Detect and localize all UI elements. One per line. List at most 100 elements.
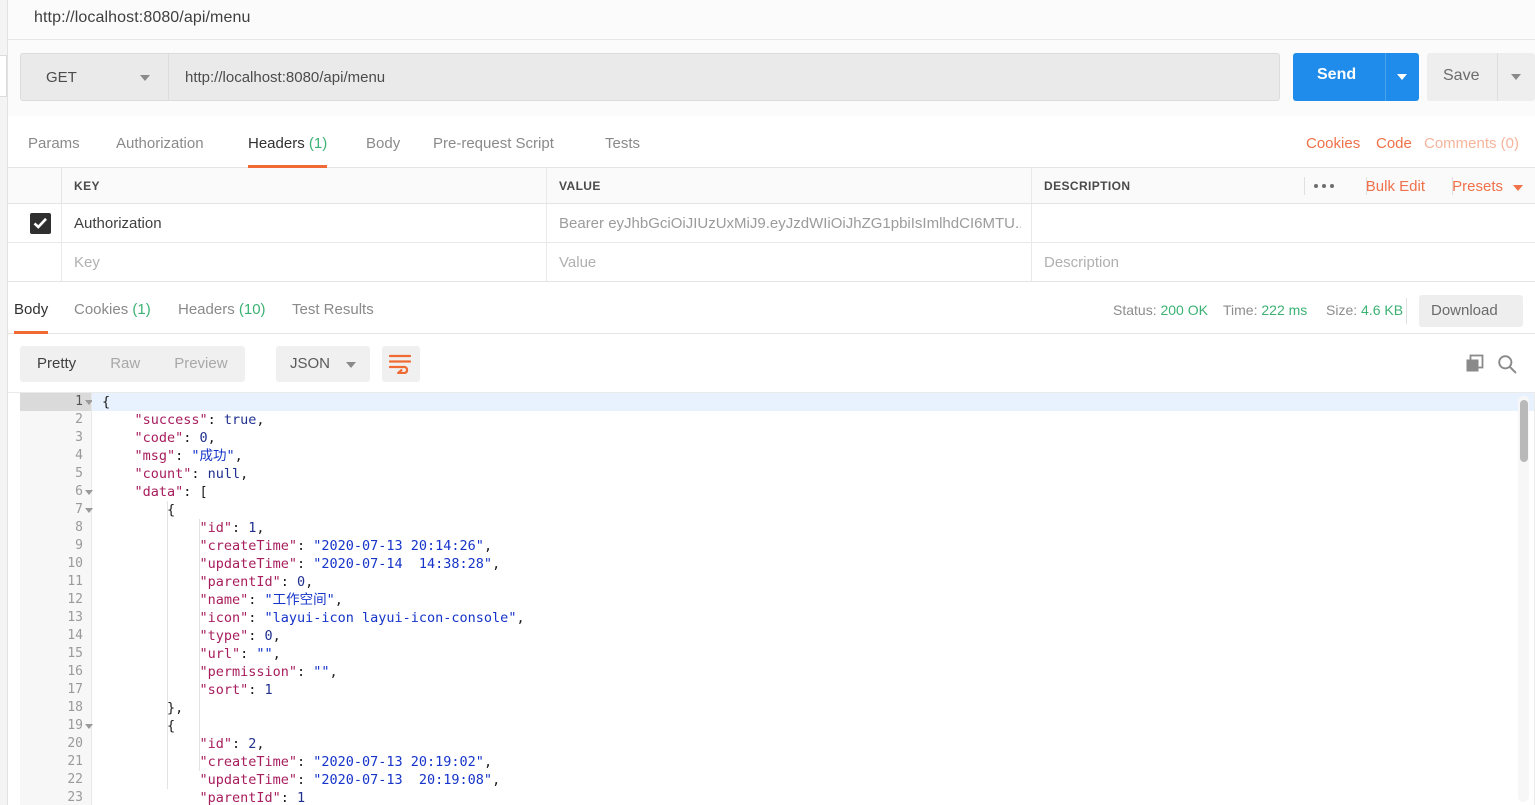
line-number: 16	[67, 664, 83, 679]
code-token: {	[166, 502, 176, 518]
tab-count: (10)	[234, 301, 266, 318]
code-line: "type": 0,	[102, 627, 280, 645]
status-label: Status:	[1113, 302, 1157, 318]
response-tab-cookies[interactable]: Cookies (1)	[74, 288, 151, 334]
tab-label: Headers	[178, 301, 235, 318]
tab-label: Body	[366, 135, 401, 152]
json-response-viewer[interactable]: 1 2 3 4 5 6 7 8 9 10 11 12 13 14 15 16 17 18 19 20 21 22 23 {"…	[8, 392, 1535, 805]
code-token: 0	[296, 574, 306, 590]
request-tab-pre-request-script[interactable]: Pre-request Script	[433, 122, 554, 168]
request-section-tabs: Params Authorization Headers (1) Body Pre-re…	[8, 122, 1535, 168]
time-label: Time:	[1223, 302, 1258, 318]
view-mode-raw[interactable]: Raw	[93, 346, 157, 382]
response-tab-headers[interactable]: Headers (10)	[178, 288, 266, 334]
tab-label: Tests	[605, 135, 641, 152]
new-description-input[interactable]: Description	[1032, 243, 1535, 281]
code-token: ,	[483, 538, 493, 554]
code-line: "updateTime": "2020-07-14 14:38:28",	[102, 555, 500, 573]
status-value: 200 OK	[1160, 302, 1208, 318]
sidebar-toggle-handle[interactable]	[0, 55, 7, 97]
code-token: ,	[256, 520, 265, 536]
row-checkbox[interactable]	[30, 213, 51, 234]
word-wrap-toggle[interactable]	[382, 346, 420, 382]
code-token: ,	[516, 610, 525, 626]
row-description-cell[interactable]	[1032, 204, 1535, 242]
http-method-dropdown[interactable]: GET	[20, 53, 168, 101]
column-value-label: VALUE	[559, 179, 601, 193]
new-key-input[interactable]: Key	[62, 243, 547, 281]
row-value-cell[interactable]: Bearer eyJhbGciOiJIUzUxMiJ9.eyJzdWIiOiJh…	[547, 204, 1032, 242]
size-label: Size:	[1326, 302, 1358, 318]
vertical-scrollbar[interactable]	[1518, 396, 1529, 802]
active-line-highlight	[92, 393, 1535, 411]
request-link-cookies[interactable]: Cookies	[1306, 135, 1360, 152]
line-number: 11	[67, 574, 83, 589]
new-value-input[interactable]: Value	[547, 243, 1032, 281]
presets-button[interactable]: Presets	[1452, 178, 1503, 195]
header-select-all-cell	[8, 168, 62, 203]
request-tab-tests[interactable]: Tests	[605, 122, 640, 168]
code-line: "createTime": "2020-07-13 20:19:02",	[102, 753, 492, 771]
code-token: "count"	[134, 466, 192, 482]
json-code-area[interactable]: {"success": true, "code": 0, "msg": "成功", "…	[92, 393, 1535, 805]
chevron-down-icon	[1511, 74, 1521, 80]
line-number: 20	[67, 736, 83, 751]
indent-guide	[166, 501, 168, 789]
code-line: "parentId": 0,	[102, 573, 313, 591]
code-token: null	[207, 466, 241, 482]
column-value: VALUE	[547, 168, 1032, 203]
code-token: "icon"	[199, 610, 249, 626]
code-line: "id": 2,	[102, 735, 264, 753]
http-method-label: GET	[46, 69, 77, 86]
code-token: "updateTime"	[199, 772, 297, 788]
code-token: 0	[264, 628, 273, 644]
code-line: "icon": "layui-icon layui-icon-console",	[102, 609, 525, 627]
code-line: "id": 1,	[102, 519, 265, 537]
line-number: 13	[67, 610, 83, 625]
request-tab-body[interactable]: Body	[366, 122, 400, 168]
row-key-cell[interactable]: Authorization	[62, 204, 547, 242]
column-description: DESCRIPTION Bulk Edit Presets	[1032, 168, 1535, 203]
status-badge: Status: 200 OK	[1113, 302, 1208, 318]
line-number: 19	[67, 718, 83, 733]
code-token: "data"	[134, 484, 184, 500]
code-token: ,	[256, 412, 265, 428]
request-tab-headers[interactable]: Headers (1)	[248, 122, 328, 168]
save-options-dropdown[interactable]	[1497, 53, 1535, 101]
code-token: {	[166, 718, 176, 734]
response-body-toolbar: Pretty Raw Preview JSON	[8, 334, 1535, 392]
tab-label: Cookies	[74, 301, 129, 318]
request-link-comments-[interactable]: Comments (0)	[1424, 135, 1519, 152]
code-token: ,	[272, 646, 281, 662]
view-mode-pretty[interactable]: Pretty	[20, 346, 93, 382]
format-dropdown[interactable]: JSON	[276, 346, 370, 382]
code-token: "parentId"	[199, 574, 281, 590]
response-section-tabs: Test Results Headers (10) Cookies (1) Body …	[8, 288, 1535, 334]
code-token: ""	[256, 646, 273, 662]
search-button[interactable]	[1497, 354, 1517, 379]
code-token: ,	[483, 754, 493, 770]
table-row-empty[interactable]: Key Value Description	[8, 243, 1535, 282]
view-mode-preview[interactable]: Preview	[157, 346, 244, 382]
line-number: 21	[67, 754, 83, 769]
send-options-dropdown[interactable]	[1385, 53, 1419, 101]
copy-button[interactable]	[1465, 354, 1485, 379]
code-token: 1	[296, 790, 306, 805]
row-checkbox-cell-empty	[8, 243, 62, 281]
code-token: 0	[199, 430, 208, 446]
table-row[interactable]: Authorization Bearer eyJhbGciOiJIUzUxMiJ…	[8, 204, 1535, 243]
scrollbar-thumb[interactable]	[1520, 400, 1528, 462]
response-tab-test-results[interactable]: Test Results	[292, 288, 374, 334]
more-options-icon[interactable]	[1314, 181, 1340, 191]
request-link-code[interactable]: Code	[1376, 135, 1412, 152]
line-number: 7	[75, 502, 83, 517]
request-tab-authorization[interactable]: Authorization	[116, 122, 204, 168]
response-tab-body[interactable]: Body	[14, 288, 49, 334]
request-tab-params[interactable]: Params	[28, 122, 80, 168]
column-description-label: DESCRIPTION	[1044, 179, 1131, 193]
request-tab-title[interactable]: http://localhost:8080/api/menu	[34, 9, 250, 27]
url-input[interactable]	[168, 53, 1280, 101]
code-token: "permission"	[199, 664, 297, 680]
bulk-edit-button[interactable]: Bulk Edit	[1366, 178, 1425, 195]
download-button[interactable]: Download	[1419, 295, 1523, 327]
